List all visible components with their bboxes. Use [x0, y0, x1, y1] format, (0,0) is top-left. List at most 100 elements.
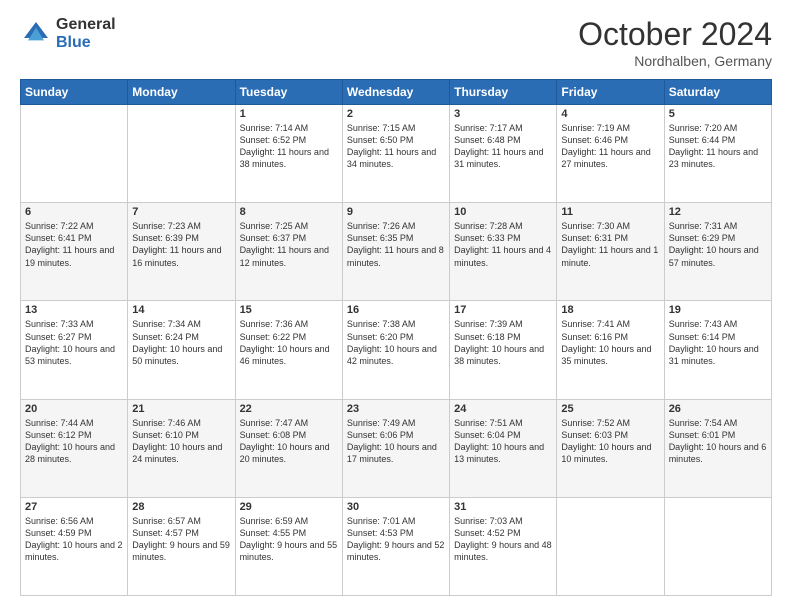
day-info: Sunrise: 7:20 AM Sunset: 6:44 PM Dayligh…: [669, 122, 767, 171]
month-title: October 2024: [578, 16, 772, 53]
day-number: 29: [240, 501, 338, 513]
weekday-header-sunday: Sunday: [21, 80, 128, 105]
day-info: Sunrise: 7:44 AM Sunset: 6:12 PM Dayligh…: [25, 417, 123, 466]
day-info: Sunrise: 7:03 AM Sunset: 4:52 PM Dayligh…: [454, 515, 552, 564]
day-info: Sunrise: 7:52 AM Sunset: 6:03 PM Dayligh…: [561, 417, 659, 466]
calendar-cell: 17Sunrise: 7:39 AM Sunset: 6:18 PM Dayli…: [450, 301, 557, 399]
calendar-cell: [21, 105, 128, 203]
week-row-5: 27 Sunrise: 6:56 AM Sunset: 4:59 PM Dayli…: [21, 497, 772, 595]
calendar-cell: 14 Sunrise: 7:34 AM Sunset: 6:24 PM Dayli…: [128, 301, 235, 399]
calendar-cell: 6Sunrise: 7:22 AM Sunset: 6:41 PM Daylig…: [21, 203, 128, 301]
day-number: 14: [132, 304, 230, 316]
day-number: 13: [25, 304, 123, 316]
weekday-header-tuesday: Tuesday: [235, 80, 342, 105]
calendar-cell: 31 Sunrise: 7:03 AM Sunset: 4:52 PM Dayli…: [450, 497, 557, 595]
day-info: Sunrise: 7:30 AM Sunset: 6:31 PM Dayligh…: [561, 220, 659, 269]
day-number: 27: [25, 501, 123, 513]
day-info: Sunrise: 7:17 AM Sunset: 6:48 PM Dayligh…: [454, 122, 552, 171]
calendar-cell: 19Sunrise: 7:43 AM Sunset: 6:14 PM Dayli…: [664, 301, 771, 399]
day-number: 28: [132, 501, 230, 513]
weekday-header-thursday: Thursday: [450, 80, 557, 105]
calendar-cell: 5 Sunrise: 7:20 AM Sunset: 6:44 PM Daylig…: [664, 105, 771, 203]
day-info: Sunrise: 7:46 AM Sunset: 6:10 PM Dayligh…: [132, 417, 230, 466]
day-number: 19: [669, 304, 767, 316]
calendar-cell: 30 Sunrise: 7:01 AM Sunset: 4:53 PM Dayli…: [342, 497, 449, 595]
day-info: Sunrise: 6:59 AM Sunset: 4:55 PM Dayligh…: [240, 515, 338, 564]
weekday-header-friday: Friday: [557, 80, 664, 105]
day-number: 12: [669, 206, 767, 218]
calendar-cell: 1 Sunrise: 7:14 AM Sunset: 6:52 PM Daylig…: [235, 105, 342, 203]
calendar-cell: 20 Sunrise: 7:44 AM Sunset: 6:12 PM Dayli…: [21, 399, 128, 497]
day-number: 25: [561, 403, 659, 415]
day-number: 26: [669, 403, 767, 415]
day-info: Sunrise: 7:14 AM Sunset: 6:52 PM Dayligh…: [240, 122, 338, 171]
calendar-cell: [664, 497, 771, 595]
day-info: Sunrise: 7:51 AM Sunset: 6:04 PM Dayligh…: [454, 417, 552, 466]
day-number: 18: [561, 304, 659, 316]
day-number: 7: [132, 206, 230, 218]
calendar-cell: 16 Sunrise: 7:38 AM Sunset: 6:20 PM Dayli…: [342, 301, 449, 399]
logo-icon: [20, 18, 52, 50]
calendar-cell: 15Sunrise: 7:36 AM Sunset: 6:22 PM Dayli…: [235, 301, 342, 399]
calendar-cell: 28 Sunrise: 6:57 AM Sunset: 4:57 PM Dayli…: [128, 497, 235, 595]
day-number: 17: [454, 304, 552, 316]
calendar-cell: [128, 105, 235, 203]
day-info: Sunrise: 6:57 AM Sunset: 4:57 PM Dayligh…: [132, 515, 230, 564]
week-row-4: 20 Sunrise: 7:44 AM Sunset: 6:12 PM Dayli…: [21, 399, 772, 497]
calendar-cell: 22Sunrise: 7:47 AM Sunset: 6:08 PM Dayli…: [235, 399, 342, 497]
calendar-cell: 3Sunrise: 7:17 AM Sunset: 6:48 PM Daylig…: [450, 105, 557, 203]
day-info: Sunrise: 7:34 AM Sunset: 6:24 PM Dayligh…: [132, 318, 230, 367]
weekday-header-row: SundayMondayTuesdayWednesdayThursdayFrid…: [21, 80, 772, 105]
day-number: 21: [132, 403, 230, 415]
header: General Blue October 2024 Nordhalben, Ge…: [20, 16, 772, 69]
day-info: Sunrise: 7:28 AM Sunset: 6:33 PM Dayligh…: [454, 220, 552, 269]
day-info: Sunrise: 7:23 AM Sunset: 6:39 PM Dayligh…: [132, 220, 230, 269]
day-info: Sunrise: 7:15 AM Sunset: 6:50 PM Dayligh…: [347, 122, 445, 171]
day-info: Sunrise: 7:38 AM Sunset: 6:20 PM Dayligh…: [347, 318, 445, 367]
day-info: Sunrise: 7:54 AM Sunset: 6:01 PM Dayligh…: [669, 417, 767, 466]
calendar-cell: 9 Sunrise: 7:26 AM Sunset: 6:35 PM Daylig…: [342, 203, 449, 301]
day-number: 20: [25, 403, 123, 415]
logo-general-text: General: [56, 16, 116, 34]
logo: General Blue: [20, 16, 116, 51]
day-number: 1: [240, 108, 338, 120]
day-number: 16: [347, 304, 445, 316]
day-info: Sunrise: 7:19 AM Sunset: 6:46 PM Dayligh…: [561, 122, 659, 171]
day-number: 6: [25, 206, 123, 218]
day-number: 9: [347, 206, 445, 218]
day-info: Sunrise: 7:49 AM Sunset: 6:06 PM Dayligh…: [347, 417, 445, 466]
calendar-cell: 8 Sunrise: 7:25 AM Sunset: 6:37 PM Daylig…: [235, 203, 342, 301]
day-number: 31: [454, 501, 552, 513]
calendar-cell: 4Sunrise: 7:19 AM Sunset: 6:46 PM Daylig…: [557, 105, 664, 203]
calendar-table: SundayMondayTuesdayWednesdayThursdayFrid…: [20, 79, 772, 596]
calendar-cell: 29 Sunrise: 6:59 AM Sunset: 4:55 PM Dayli…: [235, 497, 342, 595]
day-number: 24: [454, 403, 552, 415]
day-info: Sunrise: 7:26 AM Sunset: 6:35 PM Dayligh…: [347, 220, 445, 269]
calendar-cell: 12 Sunrise: 7:31 AM Sunset: 6:29 PM Dayli…: [664, 203, 771, 301]
calendar-cell: [557, 497, 664, 595]
calendar-cell: 26 Sunrise: 7:54 AM Sunset: 6:01 PM Dayli…: [664, 399, 771, 497]
calendar-cell: 7 Sunrise: 7:23 AM Sunset: 6:39 PM Daylig…: [128, 203, 235, 301]
day-info: Sunrise: 7:25 AM Sunset: 6:37 PM Dayligh…: [240, 220, 338, 269]
day-info: Sunrise: 7:33 AM Sunset: 6:27 PM Dayligh…: [25, 318, 123, 367]
calendar-cell: 25 Sunrise: 7:52 AM Sunset: 6:03 PM Dayli…: [557, 399, 664, 497]
calendar-cell: 11 Sunrise: 7:30 AM Sunset: 6:31 PM Dayli…: [557, 203, 664, 301]
week-row-1: 1 Sunrise: 7:14 AM Sunset: 6:52 PM Daylig…: [21, 105, 772, 203]
day-info: Sunrise: 6:56 AM Sunset: 4:59 PM Dayligh…: [25, 515, 123, 564]
calendar-cell: 2 Sunrise: 7:15 AM Sunset: 6:50 PM Daylig…: [342, 105, 449, 203]
weekday-header-wednesday: Wednesday: [342, 80, 449, 105]
day-number: 30: [347, 501, 445, 513]
week-row-2: 6Sunrise: 7:22 AM Sunset: 6:41 PM Daylig…: [21, 203, 772, 301]
logo-blue-text: Blue: [56, 34, 116, 52]
location: Nordhalben, Germany: [578, 53, 772, 69]
day-number: 2: [347, 108, 445, 120]
day-number: 8: [240, 206, 338, 218]
day-info: Sunrise: 7:47 AM Sunset: 6:08 PM Dayligh…: [240, 417, 338, 466]
calendar-cell: 13 Sunrise: 7:33 AM Sunset: 6:27 PM Dayli…: [21, 301, 128, 399]
day-number: 11: [561, 206, 659, 218]
calendar-cell: 23 Sunrise: 7:49 AM Sunset: 6:06 PM Dayli…: [342, 399, 449, 497]
day-info: Sunrise: 7:31 AM Sunset: 6:29 PM Dayligh…: [669, 220, 767, 269]
day-number: 23: [347, 403, 445, 415]
day-number: 5: [669, 108, 767, 120]
day-info: Sunrise: 7:01 AM Sunset: 4:53 PM Dayligh…: [347, 515, 445, 564]
